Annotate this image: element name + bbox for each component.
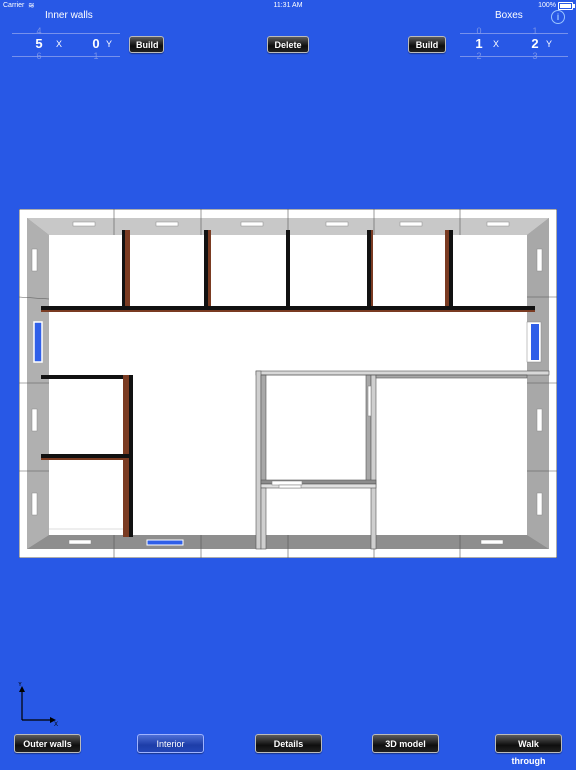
inner-walls-picker[interactable]: 4 5 6 X 0 1 Y	[12, 26, 120, 61]
tab-interior[interactable]: Interior	[137, 734, 204, 753]
picker-y-value[interactable]: 0	[87, 36, 105, 51]
boxes-picker-x-label: X	[493, 39, 500, 49]
battery-percent: 100%	[538, 2, 556, 9]
boxes-picker-y-below: 3	[532, 51, 538, 61]
axis-x-label: X	[54, 722, 58, 726]
boxes-build-button[interactable]: Build	[408, 36, 446, 53]
boxes-picker-x-value[interactable]: 1	[470, 36, 488, 51]
info-icon[interactable]: i	[551, 10, 565, 24]
status-time: 11:31 AM	[273, 2, 303, 9]
battery-icon	[558, 2, 575, 10]
picker-y-label: Y	[106, 39, 113, 49]
boxes-picker-y-above: 1	[532, 26, 538, 36]
inner-walls-title: Inner walls	[45, 10, 93, 21]
picker-x-above: 4	[36, 26, 42, 36]
boxes-picker-y-label: Y	[546, 39, 553, 49]
tab-walk-through[interactable]: Walk through	[495, 734, 562, 766]
delete-button[interactable]: Delete	[267, 36, 309, 53]
tab-3d-model[interactable]: 3D model	[372, 734, 439, 753]
floor-plan-view[interactable]	[19, 209, 557, 558]
picker-x-value[interactable]: 5	[30, 36, 48, 51]
boxes-title: Boxes	[495, 10, 523, 21]
tab-outer-walls[interactable]: Outer walls	[14, 734, 81, 753]
selected-opening-left[interactable]	[33, 321, 43, 363]
tab-details[interactable]: Details	[255, 734, 322, 753]
boxes-picker-x-below: 2	[476, 51, 482, 61]
picker-x-below: 6	[36, 51, 42, 61]
boxes-picker[interactable]: 0 1 2 X 1 2 3 Y	[460, 26, 568, 61]
outer-wall-left	[27, 218, 49, 549]
picker-x-label: X	[56, 39, 63, 49]
axis-indicator: Y X	[18, 682, 58, 726]
selected-opening-right[interactable]	[531, 324, 539, 360]
selected-opening-bottom[interactable]	[146, 539, 184, 546]
axis-y-label: Y	[18, 682, 22, 688]
inner-walls-build-button[interactable]: Build	[129, 36, 164, 53]
boxes-picker-x-above: 0	[476, 26, 482, 36]
boxes-picker-y-value[interactable]: 2	[526, 36, 544, 51]
picker-y-below: 1	[93, 51, 99, 61]
